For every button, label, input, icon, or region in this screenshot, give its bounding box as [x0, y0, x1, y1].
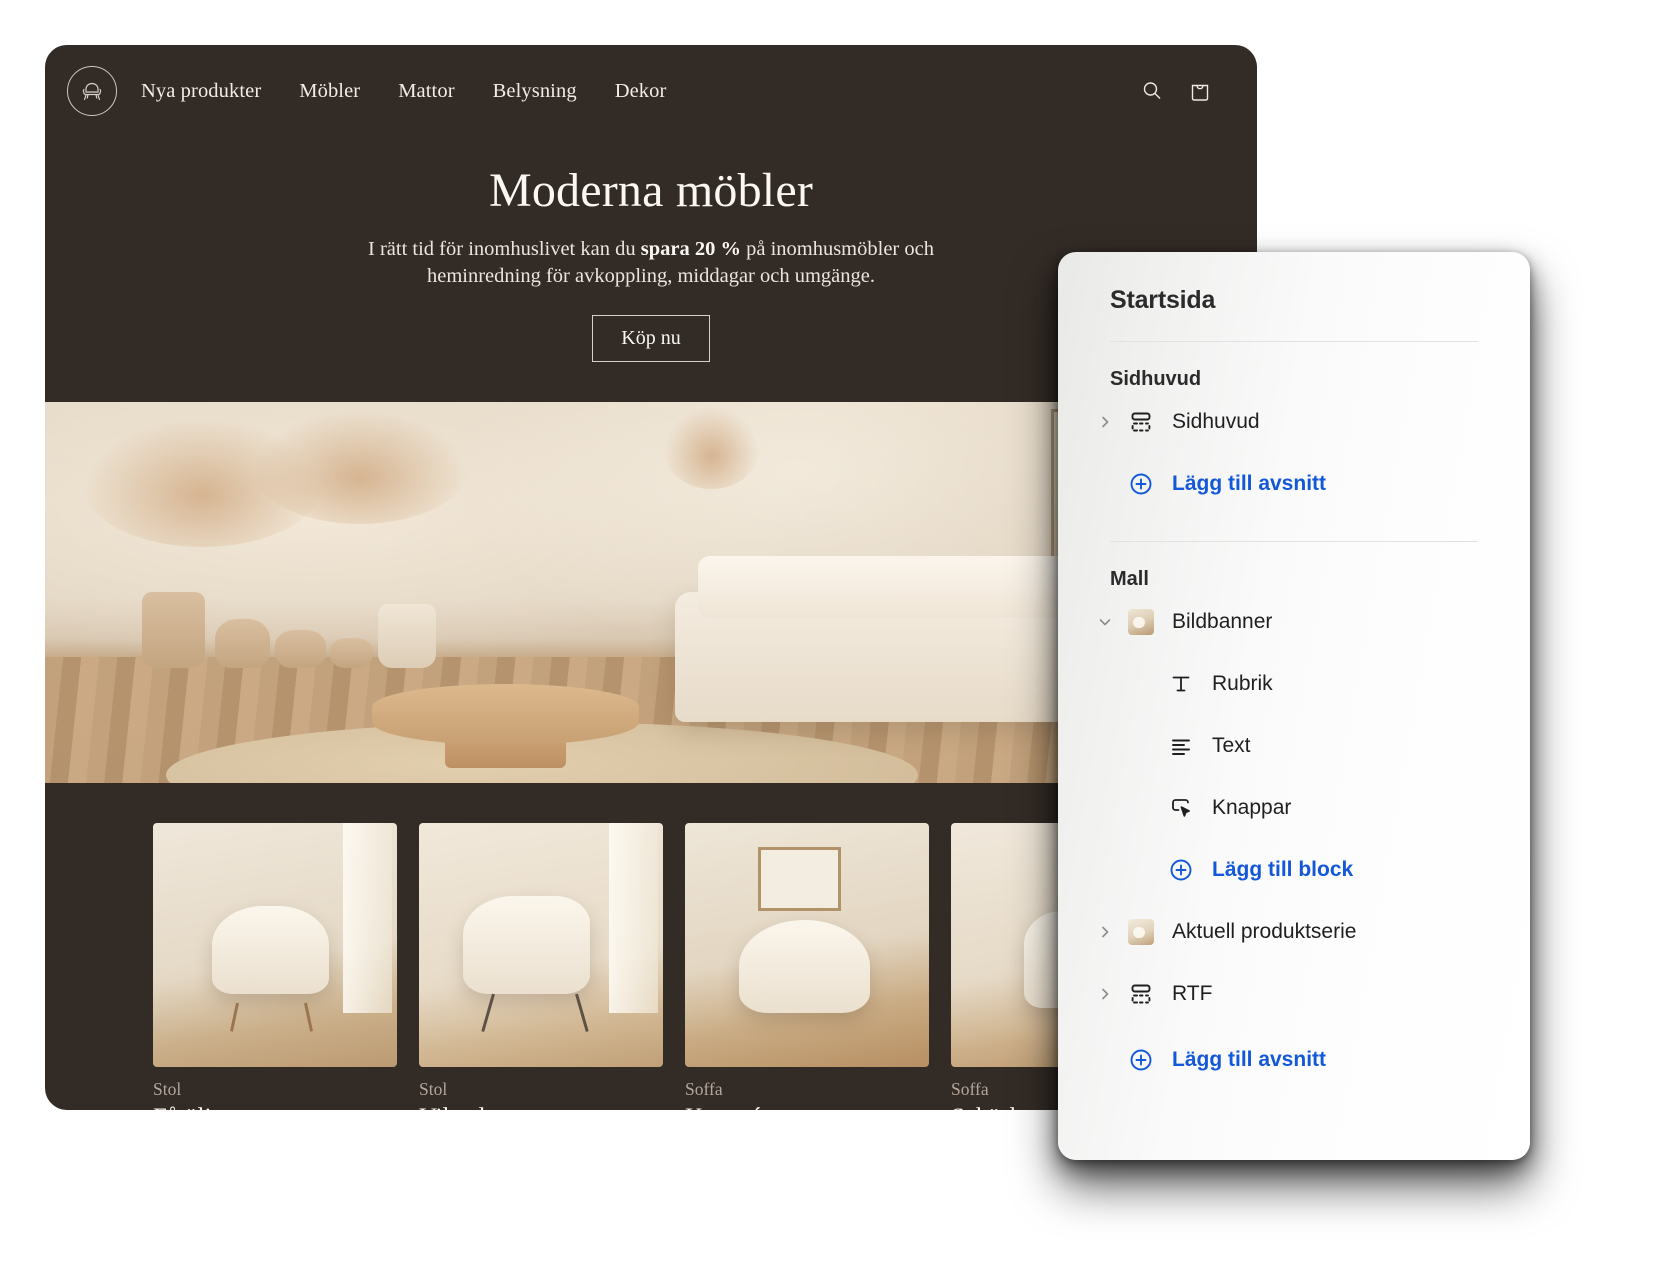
- section-row-label: Aktuell produktserie: [1172, 920, 1357, 943]
- nav-link-dekor[interactable]: Dekor: [615, 80, 667, 103]
- group-label-mall: Mall: [1110, 568, 1149, 590]
- hero-image-pampas: [663, 405, 761, 490]
- nav-link-belysning[interactable]: Belysning: [493, 80, 577, 103]
- product-kind: Soffa: [685, 1078, 723, 1099]
- image-thumbnail-icon: [1126, 919, 1156, 945]
- nav-link-nya-produkter[interactable]: Nya produkter: [141, 80, 261, 103]
- chair-circle-logo-icon[interactable]: [67, 66, 117, 116]
- storefront-header: Nya produkter Möbler Mattor Belysning De…: [45, 45, 1257, 137]
- block-row-label: Text: [1212, 734, 1251, 757]
- plus-circle-icon: [1126, 1047, 1156, 1073]
- product-kind: Stol: [153, 1078, 182, 1099]
- shopping-bag-icon[interactable]: [1187, 78, 1213, 104]
- section-row-rtf[interactable]: RTF: [1058, 963, 1530, 1025]
- chevron-down-icon[interactable]: [1092, 614, 1118, 630]
- hero-cta-button[interactable]: Köp nu: [592, 314, 710, 362]
- heading-text-icon: [1166, 672, 1196, 696]
- editor-sections-panel: Startsida Sidhuvud Sidhuvud Lägg till av…: [1058, 252, 1530, 1160]
- add-section-button-bottom[interactable]: Lägg till avsnitt: [1058, 1029, 1530, 1091]
- hero-title: Moderna möbler: [488, 164, 814, 217]
- section-row-sidhuvud[interactable]: Sidhuvud: [1058, 391, 1530, 453]
- product-image: [153, 822, 397, 1067]
- page-title: Startsida: [1110, 286, 1216, 314]
- hero-image-vase: [329, 637, 374, 669]
- add-block-button[interactable]: Lägg till block: [1058, 839, 1530, 901]
- chevron-right-icon[interactable]: [1092, 986, 1118, 1002]
- section-row-aktuell-produktserie[interactable]: Aktuell produktserie: [1058, 901, 1530, 963]
- nav-link-mattor[interactable]: Mattor: [398, 80, 454, 103]
- button-cursor-icon: [1166, 796, 1196, 820]
- hero-subtitle: I rätt tid för inomhuslivet kan du spara…: [331, 236, 971, 291]
- add-section-label: Lägg till avsnitt: [1172, 1048, 1327, 1071]
- hero-image-vase: [141, 592, 205, 669]
- product-card[interactable]: Stol Vilstol: [419, 822, 663, 1110]
- hero-image-pampas: [251, 409, 470, 524]
- product-card[interactable]: Soffa Kanapé: [685, 822, 929, 1110]
- screenshot-stage: Nya produkter Möbler Mattor Belysning De…: [0, 0, 1680, 1280]
- add-block-label: Lägg till block: [1212, 858, 1354, 881]
- block-row-text[interactable]: Text: [1058, 715, 1530, 777]
- product-card[interactable]: Stol Fåtölj: [153, 822, 397, 1110]
- section-row-label: Bildbanner: [1172, 610, 1273, 633]
- block-row-label: Knappar: [1212, 796, 1292, 819]
- section-placeholder-icon: [1126, 410, 1156, 434]
- add-section-label: Lägg till avsnitt: [1172, 472, 1327, 495]
- block-row-label: Rubrik: [1212, 672, 1273, 695]
- plus-circle-icon: [1166, 857, 1196, 883]
- hero-subtitle-part-1: I rätt tid för inomhuslivet kan du: [368, 237, 641, 260]
- hero-image-vase: [378, 603, 437, 669]
- plus-circle-icon: [1126, 471, 1156, 497]
- nav-link-mobler[interactable]: Möbler: [299, 80, 360, 103]
- block-row-knappar[interactable]: Knappar: [1058, 777, 1530, 839]
- product-kind: Stol: [419, 1078, 448, 1099]
- product-name: Kanapé: [685, 1104, 929, 1110]
- section-row-label: RTF: [1172, 982, 1213, 1005]
- hero-image-coffee-table: [372, 683, 639, 745]
- section-row-bildbanner[interactable]: Bildbanner: [1058, 591, 1530, 653]
- chevron-right-icon[interactable]: [1092, 924, 1118, 940]
- product-image: [685, 822, 929, 1067]
- hero-subtitle-highlight: spara 20 %: [640, 237, 741, 260]
- add-section-button-top[interactable]: Lägg till avsnitt: [1058, 453, 1530, 515]
- image-thumbnail-icon: [1126, 609, 1156, 635]
- search-icon[interactable]: [1139, 78, 1165, 104]
- hero-image-vase: [275, 630, 327, 669]
- section-row-label: Sidhuvud: [1172, 410, 1260, 433]
- product-name: Vilstol: [419, 1104, 663, 1110]
- section-placeholder-icon: [1126, 982, 1156, 1006]
- chevron-right-icon[interactable]: [1092, 414, 1118, 430]
- group-label-sidhuvud: Sidhuvud: [1110, 368, 1202, 390]
- storefront-nav: Nya produkter Möbler Mattor Belysning De…: [141, 80, 666, 103]
- block-row-rubrik[interactable]: Rubrik: [1058, 653, 1530, 715]
- text-lines-icon: [1166, 734, 1196, 758]
- product-image: [419, 822, 663, 1067]
- hero-image-vase: [214, 618, 271, 669]
- product-name: Fåtölj: [153, 1104, 397, 1110]
- storefront-header-actions: [1139, 78, 1213, 104]
